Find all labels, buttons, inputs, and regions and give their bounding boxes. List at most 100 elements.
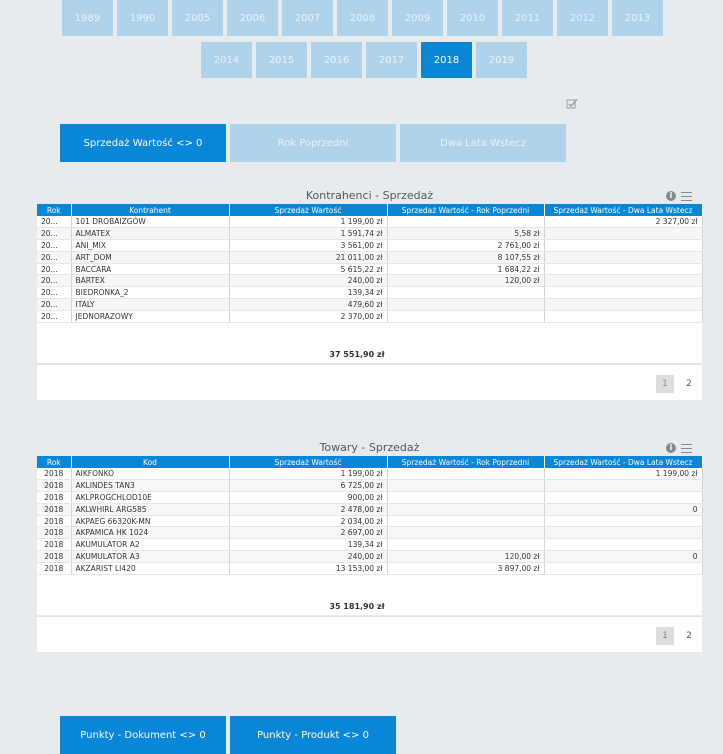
column-header[interactable]: Sprzedaż Wartość - Rok Poprzedni bbox=[387, 204, 545, 216]
year-button-2016[interactable]: 2016 bbox=[311, 42, 362, 78]
table-cell bbox=[387, 479, 545, 493]
table-row[interactable]: 2018 AKUMULATOR A3 240,00 zł 120,00 zł 0 bbox=[37, 550, 703, 563]
column-header[interactable]: Kontrahent bbox=[71, 204, 230, 216]
kontrahenci-total-area: 37 551,90 zł bbox=[37, 322, 702, 363]
page-2-button[interactable]: 2 bbox=[682, 627, 696, 645]
table-cell: 900,00 zł bbox=[229, 491, 388, 504]
table-row[interactable]: 2018 AKPAEG 66320K-MN 2 034,00 zł bbox=[37, 515, 703, 528]
kontrahenci-table: Rok Kontrahent Sprzedaż Wartość Sprzedaż Wa… bbox=[37, 204, 703, 323]
table-cell: 13 153,00 zł bbox=[229, 562, 388, 575]
table-cell bbox=[544, 263, 703, 276]
page-1-button[interactable]: 1 bbox=[656, 374, 674, 393]
page-2-button[interactable]: 2 bbox=[682, 375, 696, 393]
kontrahenci-panel: Kontrahenci - Sprzedaż i Rok Kontrahent Sp… bbox=[37, 188, 703, 400]
towary-title: Towary - Sprzedaż i bbox=[37, 440, 702, 456]
table-row[interactable]: 2018 AKLWHIRL ARG585 2 478,00 zł 0 bbox=[37, 503, 703, 516]
year-button-2005[interactable]: 2005 bbox=[172, 0, 223, 36]
table-cell: 3 561,00 zł bbox=[229, 239, 388, 252]
year-button-2006[interactable]: 2006 bbox=[227, 0, 278, 36]
info-icon[interactable]: i bbox=[666, 191, 676, 201]
table-cell: 101 DROBAIZGÓW bbox=[71, 216, 230, 229]
table-row[interactable]: 2018 AIKFONKO 1 199,00 zł 1 199,00 zł bbox=[37, 468, 703, 481]
sales-value-tab[interactable]: Sprzedaż Wartość <> 0 bbox=[60, 124, 226, 162]
table-cell: 0 bbox=[544, 550, 703, 563]
table-row[interactable]: 20... ITALY 479,60 zł bbox=[37, 298, 703, 311]
year-button-2010[interactable]: 2010 bbox=[447, 0, 498, 36]
table-cell bbox=[387, 216, 545, 229]
year-button-2008[interactable]: 2008 bbox=[337, 0, 388, 36]
table-cell: BARTEX bbox=[71, 274, 230, 288]
table-cell: 20... bbox=[37, 274, 72, 288]
column-header[interactable]: Sprzedaż Wartość bbox=[229, 204, 388, 216]
table-row[interactable]: 20... BACCARA 5 615,22 zł 1 684,22 zł bbox=[37, 263, 703, 276]
year-button-1989[interactable]: 1989 bbox=[62, 0, 113, 36]
checkbox-icon[interactable] bbox=[566, 98, 578, 110]
table-cell bbox=[544, 274, 703, 288]
table-row[interactable]: 20... 101 DROBAIZGÓW 1 199,00 zł 2 327,00 z… bbox=[37, 216, 703, 229]
info-icon[interactable]: i bbox=[666, 443, 676, 453]
towary-title-text: Towary - Sprzedaż bbox=[319, 441, 420, 454]
table-row[interactable]: 20... ALMATEX 1 591,74 zł 5,58 zł bbox=[37, 227, 703, 241]
table-cell: 2018 bbox=[37, 550, 72, 563]
table-row[interactable]: 20... BIEDRONKA_2 139,34 zł bbox=[37, 286, 703, 300]
kontrahenci-total: 37 551,90 zł bbox=[329, 349, 385, 359]
year-button-2015[interactable]: 2015 bbox=[256, 42, 307, 78]
menu-icon[interactable] bbox=[681, 443, 692, 453]
prev-year-tab[interactable]: Rok Poprzedni bbox=[230, 124, 396, 162]
table-row[interactable]: 20... ART_DOM 21 011,00 zł 8 107,55 zł bbox=[37, 251, 703, 264]
page-1-button[interactable]: 1 bbox=[656, 626, 674, 645]
table-cell: 8 107,55 zł bbox=[387, 251, 545, 264]
column-header[interactable]: Sprzedaż Wartość - Rok Poprzedni bbox=[387, 456, 545, 468]
product-points-button[interactable]: Punkty - Produkt <> 0 bbox=[230, 716, 396, 754]
year-button-2019[interactable]: 2019 bbox=[476, 42, 527, 78]
table-cell: 20... bbox=[37, 286, 72, 300]
table-row[interactable]: 2018 AKPAMICA HK 1024 2 697,00 zł bbox=[37, 526, 703, 540]
column-header[interactable]: Rok bbox=[37, 204, 72, 216]
doc-points-button[interactable]: Punkty - Dokument <> 0 bbox=[60, 716, 226, 754]
menu-icon[interactable] bbox=[681, 191, 692, 201]
towary-icons: i bbox=[666, 440, 692, 456]
table-cell: 1 199,00 zł bbox=[229, 468, 388, 481]
table-cell bbox=[544, 538, 703, 552]
table-row[interactable]: 2018 AKLPROGCHLOD10E 900,00 zł bbox=[37, 491, 703, 504]
table-cell: 2 478,00 zł bbox=[229, 503, 388, 516]
two-years-tab[interactable]: Dwa Lata Wstecz bbox=[400, 124, 566, 162]
year-row-1: 1989 1990 2005 2006 2007 2008 2009 2010 2011 2012… bbox=[62, 0, 663, 36]
column-header[interactable]: Kod bbox=[71, 456, 230, 468]
towary-total-area: 35 181,90 zł bbox=[37, 574, 702, 615]
year-button-2009[interactable]: 2009 bbox=[392, 0, 443, 36]
column-header[interactable]: Rok bbox=[37, 456, 72, 468]
table-cell: 3 897,00 zł bbox=[387, 562, 545, 575]
table-cell bbox=[544, 239, 703, 252]
towary-panel: Towary - Sprzedaż i Rok Kod Sprzedaż Warto… bbox=[37, 440, 703, 652]
year-button-2007[interactable]: 2007 bbox=[282, 0, 333, 36]
year-button-2014[interactable]: 2014 bbox=[201, 42, 252, 78]
table-cell bbox=[544, 251, 703, 264]
column-header[interactable]: Sprzedaż Wartość - Dwa Lata Wstecz bbox=[544, 456, 703, 468]
table-cell: 139,34 zł bbox=[229, 286, 388, 300]
table-cell: 1 199,00 zł bbox=[544, 468, 703, 481]
towary-pager: 1 2 bbox=[37, 615, 702, 652]
year-button-2011[interactable]: 2011 bbox=[502, 0, 553, 36]
column-header[interactable]: Sprzedaż Wartość - Dwa Lata Wstecz bbox=[544, 204, 703, 216]
column-header[interactable]: Sprzedaż Wartość bbox=[229, 456, 388, 468]
table-cell bbox=[544, 515, 703, 528]
table-cell: 1 199,00 zł bbox=[229, 216, 388, 229]
year-button-2013[interactable]: 2013 bbox=[612, 0, 663, 36]
table-cell: AKLPROGCHLOD10E bbox=[71, 491, 230, 504]
table-cell: JEDNORAZOWY bbox=[71, 310, 230, 323]
table-row[interactable]: 2018 AKLINDES TAN3 6 725,00 zł bbox=[37, 479, 703, 493]
year-button-2017[interactable]: 2017 bbox=[366, 42, 417, 78]
year-button-2012[interactable]: 2012 bbox=[557, 0, 608, 36]
table-row[interactable]: 20... ANI_MIX 3 561,00 zł 2 761,00 zł bbox=[37, 239, 703, 252]
table-row[interactable]: 2018 AKUMULATOR A2 139,34 zł bbox=[37, 538, 703, 552]
table-cell bbox=[544, 310, 703, 323]
year-button-2018[interactable]: 2018 bbox=[421, 42, 472, 78]
table-cell bbox=[387, 503, 545, 516]
table-row[interactable]: 2018 AKZARIST LI420 13 153,00 zł 3 897,00 z… bbox=[37, 562, 703, 575]
year-button-1990[interactable]: 1990 bbox=[117, 0, 168, 36]
table-row[interactable]: 20... JEDNORAZOWY 2 370,00 zł bbox=[37, 310, 703, 323]
table-cell bbox=[544, 227, 703, 241]
table-cell: AKPAMICA HK 1024 bbox=[71, 526, 230, 540]
table-row[interactable]: 20... BARTEX 240,00 zł 120,00 zł bbox=[37, 274, 703, 288]
